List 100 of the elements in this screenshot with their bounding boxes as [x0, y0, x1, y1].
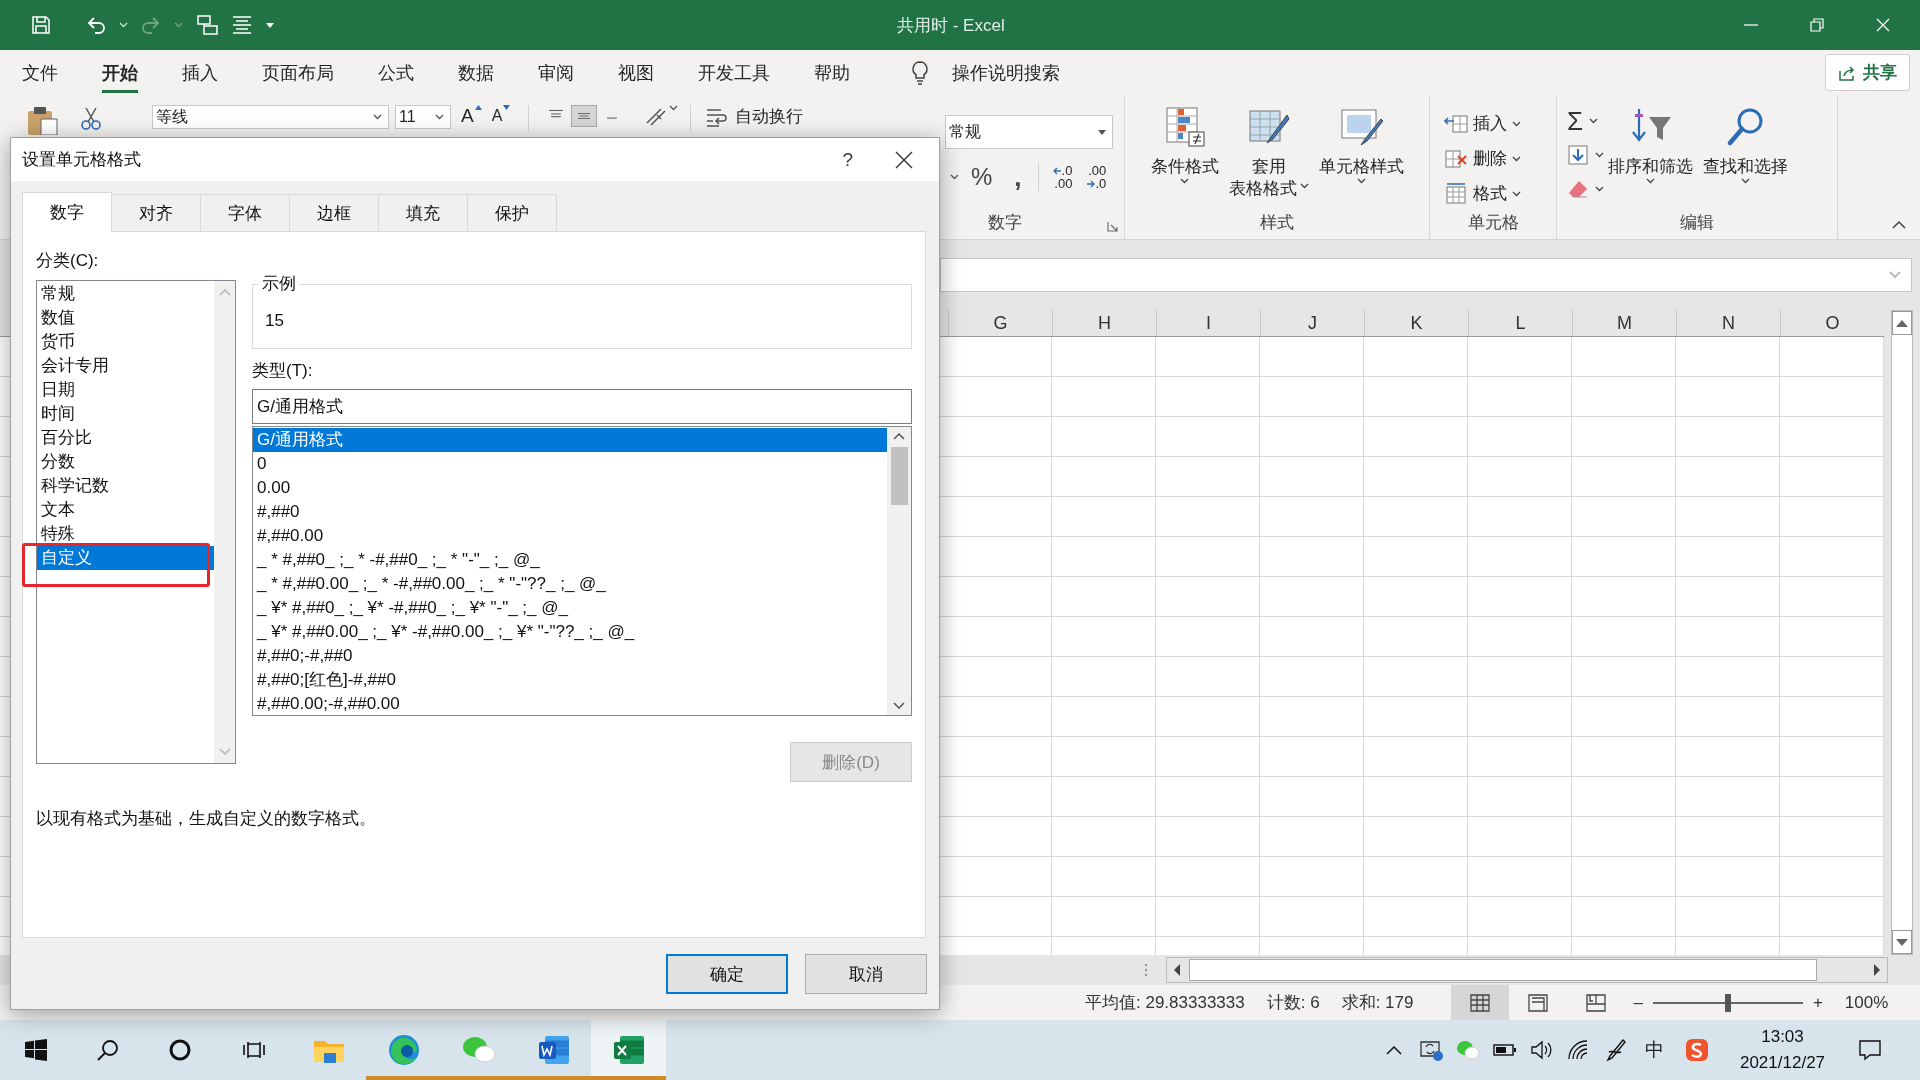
sort-filter-button[interactable]: 排序和筛选 [1608, 105, 1693, 206]
grow-font-button[interactable]: A [461, 105, 482, 127]
collapse-ribbon-icon[interactable] [1892, 220, 1906, 229]
type-list[interactable] [252, 426, 912, 716]
menu-tab[interactable]: 视图 [618, 52, 654, 93]
align-middle-icon[interactable] [571, 105, 598, 127]
horizontal-scrollbar[interactable] [1166, 957, 1888, 983]
decrease-decimal-button[interactable]: .00 .0 [1086, 164, 1107, 190]
restore-icon[interactable] [1810, 18, 1824, 32]
zoom-level[interactable]: 100% [1844, 992, 1889, 1013]
input-tool-icon[interactable] [1685, 1038, 1709, 1062]
category-item[interactable]: 会计专用 [37, 354, 214, 378]
sync-icon[interactable] [1417, 1038, 1444, 1062]
undo-icon[interactable] [85, 15, 107, 35]
battery-icon[interactable] [1492, 1043, 1517, 1057]
close-icon[interactable] [895, 150, 913, 169]
menu-tab[interactable]: 页面布局 [262, 52, 334, 93]
type-item[interactable]: #,##0;-#,##0 [253, 644, 887, 668]
column-header[interactable]: N [1676, 310, 1780, 336]
help-button[interactable]: ? [842, 148, 853, 171]
search-icon[interactable] [96, 1038, 120, 1062]
increase-decimal-button[interactable]: .0 .00 [1052, 164, 1073, 190]
category-item[interactable]: 百分比 [37, 426, 214, 450]
type-field[interactable]: G/通用格式 [252, 389, 912, 424]
column-header[interactable]: L [1468, 310, 1572, 336]
column-header[interactable]: H [1052, 310, 1156, 336]
input-method-indicator[interactable]: 中 [1634, 1037, 1674, 1063]
menu-tab[interactable]: 文件 [22, 52, 58, 93]
category-item[interactable]: 数值 [37, 306, 214, 330]
clock-date[interactable]: 2021/12/27 [1739, 1050, 1826, 1076]
zoom-out-button[interactable]: – [1633, 992, 1643, 1013]
eraser-icon[interactable] [1567, 179, 1589, 199]
split-handle-icon[interactable] [1144, 963, 1148, 977]
menu-tab[interactable]: 开始 [102, 52, 138, 93]
customize-icon[interactable] [265, 22, 275, 28]
menu-tab[interactable]: 审阅 [538, 52, 574, 93]
category-item[interactable]: 分数 [37, 450, 214, 474]
category-item[interactable]: 时间 [37, 402, 214, 426]
cancel-button[interactable]: 取消 [805, 954, 927, 994]
cut-icon[interactable] [80, 107, 102, 131]
type-item[interactable]: #,##0.00 [253, 524, 887, 548]
scroll-up-icon[interactable] [1896, 319, 1908, 327]
column-header[interactable]: O [1780, 310, 1884, 336]
number-format-field[interactable]: 常规 [945, 115, 1113, 149]
menu-tab[interactable]: 开发工具 [698, 52, 770, 93]
delete-button[interactable]: 删除 [1444, 141, 1556, 176]
menu-tab[interactable]: 插入 [182, 52, 218, 93]
type-item[interactable]: _ * #,##0_ ;_ * -#,##0_ ;_ * "-"_ ;_ @_ [253, 548, 887, 572]
clock-time[interactable]: 13:03 [1761, 1024, 1804, 1050]
share-button[interactable]: 共享 [1825, 54, 1910, 91]
page-break-view-icon[interactable] [1584, 991, 1609, 1014]
category-item[interactable]: 日期 [37, 378, 214, 402]
font-size-field[interactable]: 11 [395, 105, 451, 129]
insert-button[interactable]: 插入 [1444, 106, 1556, 141]
caret-icon[interactable] [950, 174, 959, 180]
category-item[interactable]: 文本 [37, 498, 214, 522]
type-item[interactable]: G/通用格式 [253, 428, 887, 452]
format-as-table-button[interactable]: 套用 表格格式 [1228, 105, 1309, 200]
ok-button[interactable]: 确定 [666, 954, 788, 994]
wrap-text-button[interactable]: 自动换行 [705, 105, 804, 128]
column-header[interactable]: K [1364, 310, 1468, 336]
fill-icon[interactable] [1567, 144, 1589, 166]
type-item[interactable]: #,##0;[红色]-#,##0 [253, 668, 887, 692]
category-list[interactable]: 常规 数值 货币 会计专用 日期 时间 百分比 分数 科学记数 文本 特殊 自定义 [36, 280, 236, 764]
tell-me-search[interactable]: 操作说明搜索 [952, 60, 1060, 85]
autosum-button[interactable]: Σ [1567, 107, 1584, 135]
notification-icon[interactable] [1858, 1039, 1882, 1061]
paste-icon[interactable] [25, 105, 61, 135]
type-item[interactable]: _ ¥* #,##0_ ;_ ¥* -#,##0_ ;_ ¥* "-"_ ;_ @_ [253, 596, 887, 620]
vertical-scrollbar[interactable] [1891, 310, 1913, 955]
scroll-thumb[interactable] [890, 447, 908, 505]
scroll-up-icon[interactable] [893, 433, 905, 440]
view-button[interactable] [1451, 985, 1510, 1020]
category-item[interactable]: 常规 [37, 282, 214, 306]
percent-button[interactable]: % [971, 163, 993, 191]
volume-icon[interactable] [1529, 1039, 1554, 1061]
dialog-tab[interactable]: 保护 [467, 194, 557, 231]
type-item[interactable]: #,##0 [253, 500, 887, 524]
column-header[interactable]: G [948, 310, 1052, 336]
taskbar-app[interactable] [591, 1020, 666, 1080]
normal-view-icon[interactable] [1468, 991, 1493, 1014]
cell-styles-button[interactable]: 单元格样式 [1318, 105, 1404, 200]
zoom-in-button[interactable]: + [1812, 992, 1823, 1013]
menu-tab[interactable]: 数据 [458, 52, 494, 93]
type-item[interactable]: _ * #,##0.00_ ;_ * -#,##0.00_ ;_ * "-"??_ ;_ @_ [253, 572, 887, 596]
conditional-format-button[interactable]: 条件格式 [1150, 105, 1219, 200]
menu-tab[interactable]: 帮助 [814, 52, 850, 93]
dialog-launcher-icon[interactable] [1107, 221, 1118, 232]
start-icon[interactable] [25, 1039, 47, 1061]
format-button[interactable]: 格式 [1444, 176, 1556, 211]
category-item[interactable]: 自定义 [37, 546, 214, 570]
type-item[interactable]: _ ¥* #,##0.00_ ;_ ¥* -#,##0.00_ ;_ ¥* "-"??_ ;_ @_ [253, 620, 887, 644]
type-item[interactable]: 0 [253, 452, 887, 476]
column-header[interactable]: M [1572, 310, 1676, 336]
find-select-button[interactable]: 查找和选择 [1703, 105, 1788, 206]
pen-icon[interactable] [1604, 1038, 1627, 1062]
font-name-field[interactable]: 等线 [152, 105, 389, 129]
type-item[interactable]: 0.00 [253, 476, 887, 500]
page-layout-view-icon[interactable] [1526, 991, 1551, 1014]
scroll-down-icon[interactable] [1896, 938, 1908, 946]
